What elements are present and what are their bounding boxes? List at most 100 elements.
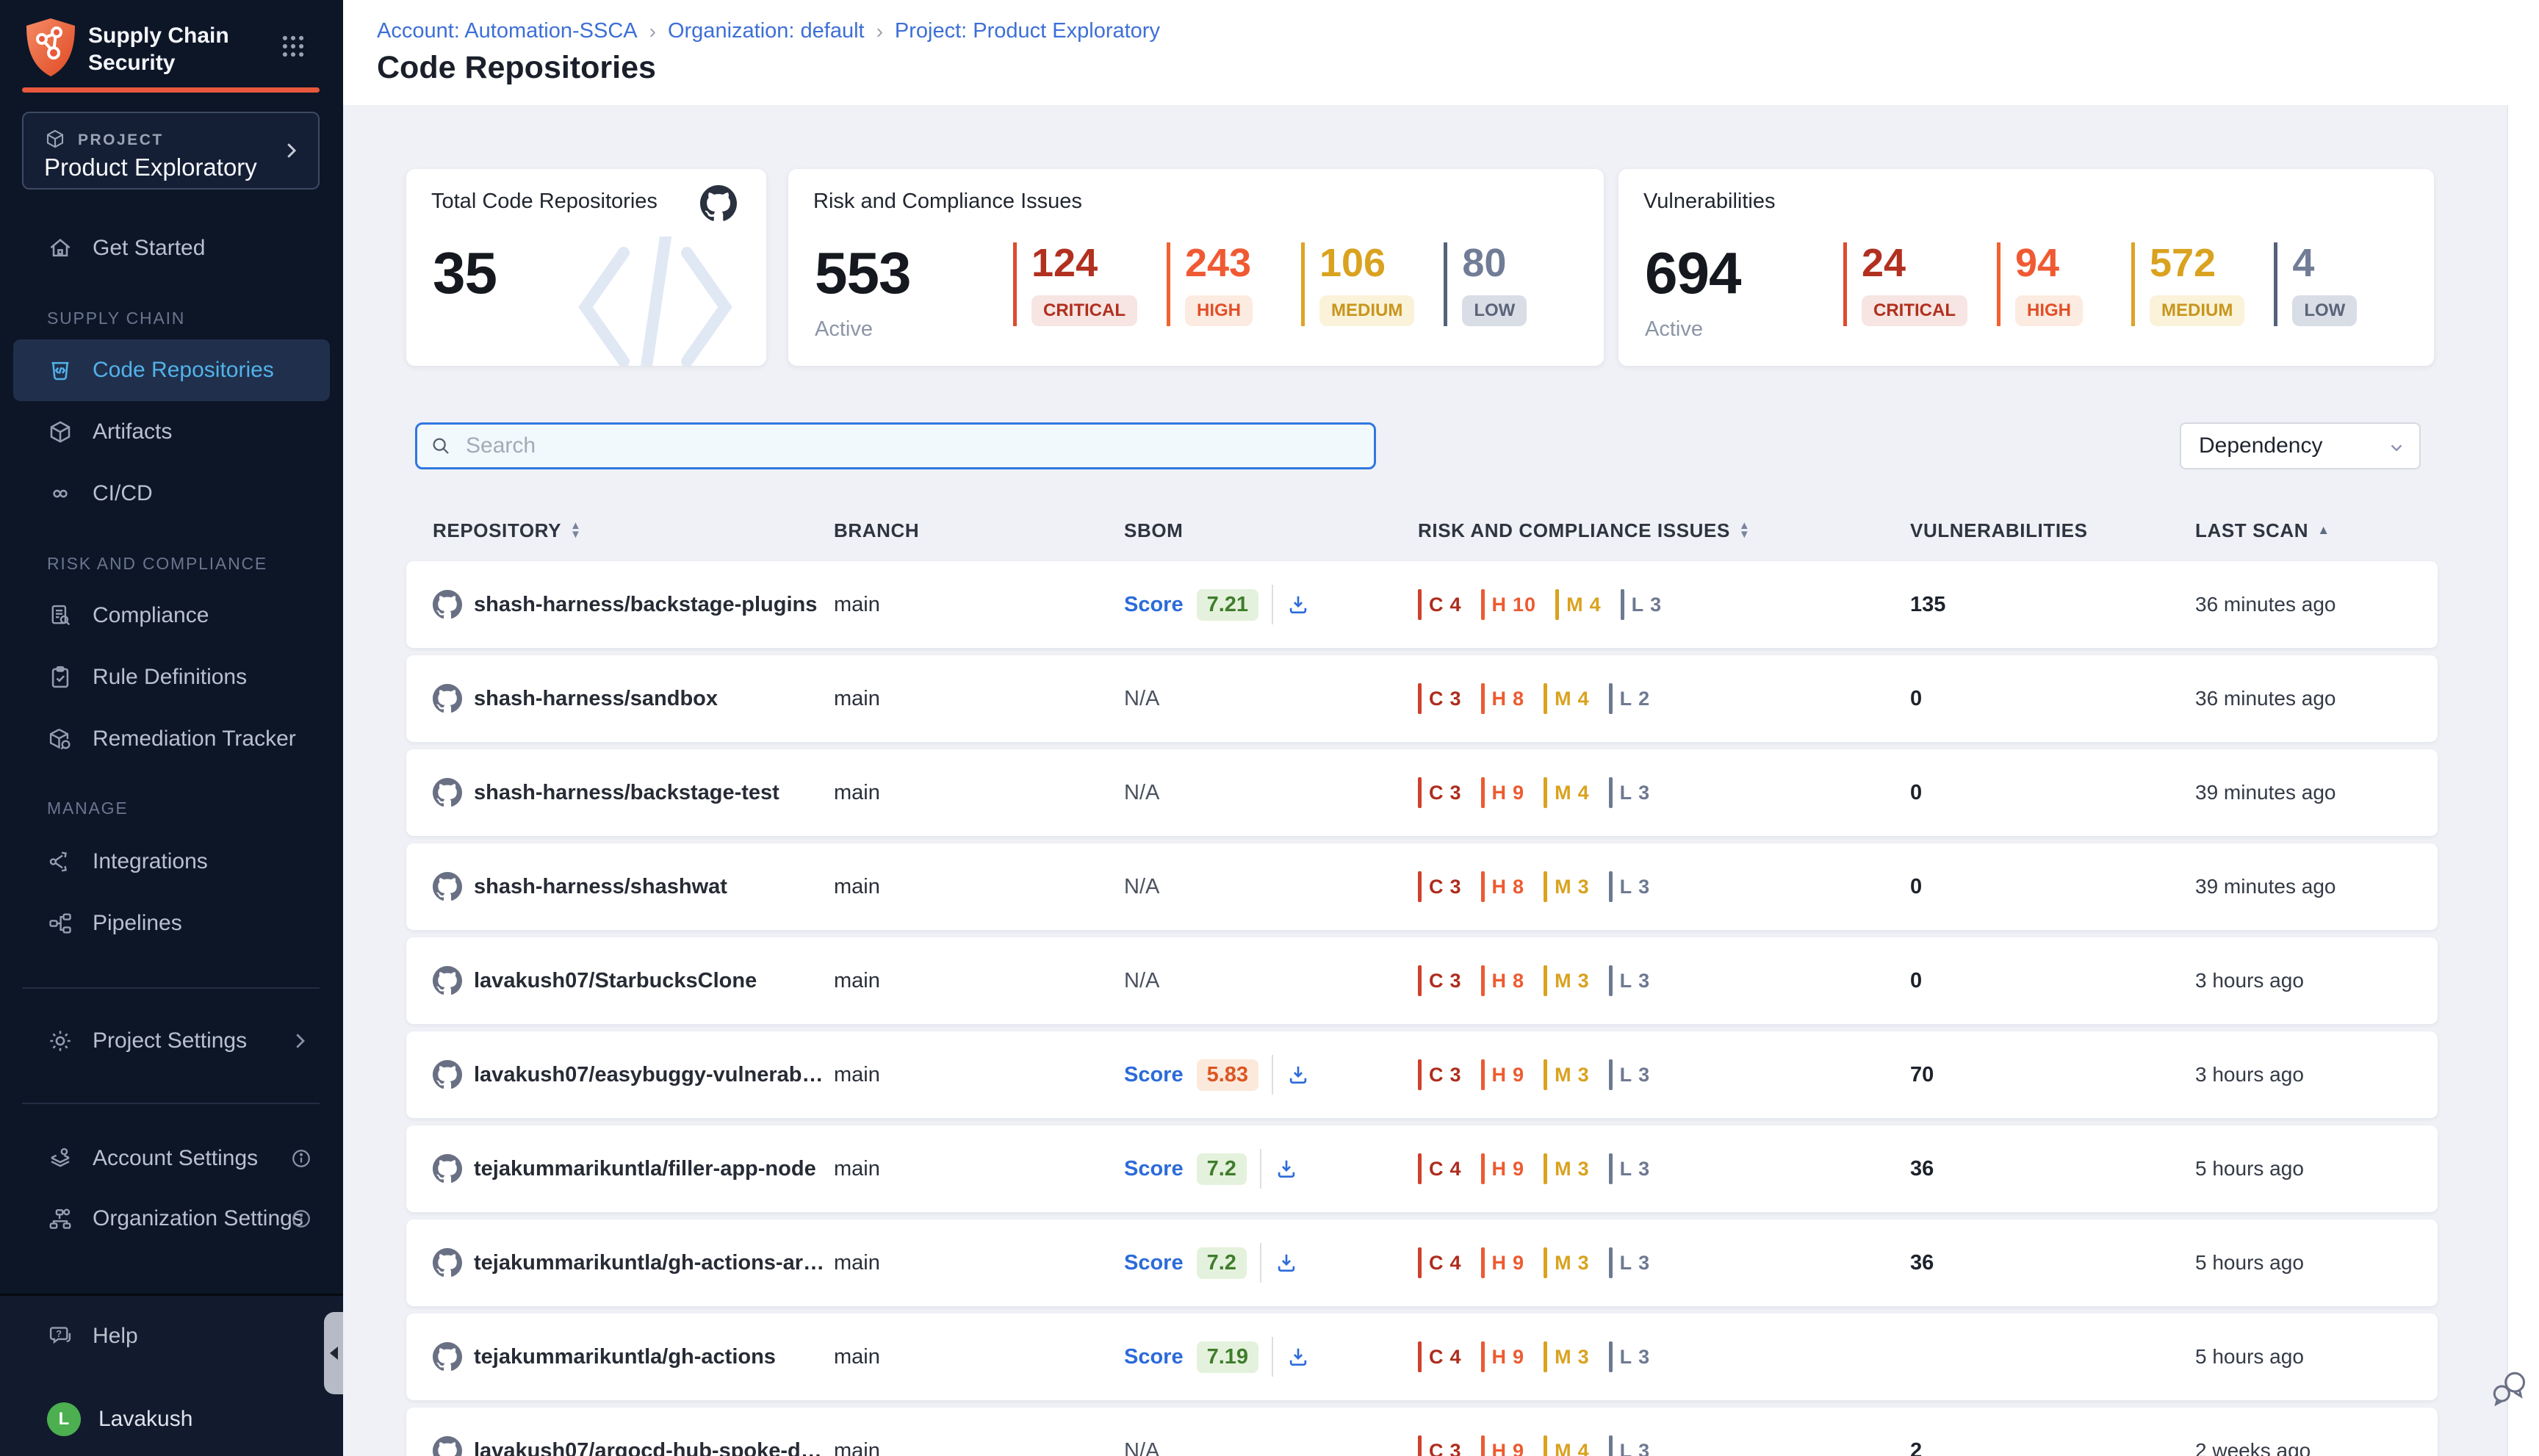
severity-bar	[1418, 1059, 1422, 1090]
vulnerabilities-count: 694	[1645, 239, 1740, 307]
sidebar-item-help[interactable]: ? Help	[0, 1307, 343, 1366]
sidebar-item-account-settings[interactable]: Account Settings	[0, 1129, 343, 1188]
table-row[interactable]: lavakush07/argocd-hub-spoke-demo main N/…	[406, 1408, 2438, 1456]
severity-badge: HIGH	[1185, 295, 1253, 326]
risk-issues-cell: C4 H9 M3 L3	[1418, 1341, 1910, 1372]
sidebar-item-remediation-tracker[interactable]: Remediation Tracker	[0, 710, 343, 768]
user-menu[interactable]: L Lavakush	[0, 1390, 343, 1449]
medium-chip: M3	[1544, 965, 1590, 996]
page-header	[343, 0, 2539, 105]
sbom-cell: Score 7.21	[1124, 585, 1418, 624]
repo-name[interactable]: tejakummarikuntla/gh-actions-artifacts	[474, 1251, 826, 1275]
repo-name[interactable]: lavakush07/argocd-hub-spoke-demo	[474, 1439, 826, 1456]
severity-bar	[1418, 1341, 1422, 1372]
table-row[interactable]: shash-harness/shashwat main N/A C3 H8 M3	[406, 843, 2438, 930]
breadcrumb-organization[interactable]: Organization: default	[668, 19, 865, 43]
table-row[interactable]: lavakush07/StarbucksClone main N/A C3 H8	[406, 937, 2438, 1024]
table-row[interactable]: tejakummarikuntla/gh-actions-artifacts m…	[406, 1219, 2438, 1306]
download-sbom-icon[interactable]	[1275, 1251, 1298, 1275]
sidebar-item-pipelines[interactable]: Pipelines	[0, 894, 343, 953]
sidebar-item-artifacts[interactable]: Artifacts	[0, 403, 343, 461]
column-header-vulnerabilities: VULNERABILITIES	[1910, 519, 2195, 542]
scrollbar[interactable]	[2507, 105, 2539, 1456]
app-title: Supply Chain Security	[88, 22, 229, 76]
module-grid-icon[interactable]	[279, 32, 307, 60]
repo-name[interactable]: tejakummarikuntla/gh-actions	[474, 1345, 776, 1369]
table-row[interactable]: shash-harness/backstage-plugins main Sco…	[406, 561, 2438, 648]
last-scan-cell: 2 weeks ago	[2195, 1439, 2438, 1456]
sort-icon[interactable]: ▲▼	[1739, 522, 1750, 539]
repository-cell: lavakush07/easybuggy-vulnerable-app...	[406, 1060, 834, 1089]
project-icon	[44, 128, 66, 150]
repo-name[interactable]: lavakush07/easybuggy-vulnerable-app...	[474, 1063, 826, 1087]
sidebar-item-rule-definitions[interactable]: Rule Definitions	[0, 648, 343, 707]
github-icon	[433, 1060, 462, 1089]
repo-name[interactable]: shash-harness/backstage-test	[474, 781, 779, 805]
sidebar-item-compliance[interactable]: Compliance	[0, 586, 343, 645]
repo-name[interactable]: shash-harness/backstage-plugins	[474, 593, 817, 617]
search-input[interactable]	[415, 422, 1376, 469]
severity-medium: 106 MEDIUM	[1301, 242, 1414, 326]
risk-issues-cell: C4 H9 M3 L3	[1418, 1247, 1910, 1278]
severity-bar	[1418, 1435, 1422, 1456]
info-icon	[290, 1147, 312, 1170]
table-row[interactable]: tejakummarikuntla/gh-actions main Score …	[406, 1313, 2438, 1400]
sidebar-item-cicd[interactable]: CI/CD	[0, 464, 343, 523]
medium-chip: M3	[1544, 1341, 1590, 1372]
table-row[interactable]: shash-harness/backstage-test main N/A C3…	[406, 749, 2438, 836]
divider	[1260, 1243, 1261, 1283]
chat-support-icon[interactable]	[2491, 1368, 2529, 1409]
low-chip: L3	[1609, 1435, 1651, 1456]
breadcrumb-account[interactable]: Account: Automation-SSCA	[377, 19, 638, 43]
sidebar-item-project-settings[interactable]: Project Settings	[0, 1012, 343, 1070]
github-icon	[433, 778, 462, 807]
sbom-cell: Score 7.2	[1124, 1243, 1418, 1283]
org-chart-gear-icon	[47, 1205, 73, 1232]
repo-name[interactable]: lavakush07/StarbucksClone	[474, 969, 757, 993]
repo-name[interactable]: shash-harness/sandbox	[474, 687, 718, 711]
project-selector[interactable]: PROJECT Product Exploratory	[22, 112, 320, 190]
download-sbom-icon[interactable]	[1275, 1157, 1298, 1181]
severity-bar	[1481, 589, 1485, 620]
table-row[interactable]: shash-harness/sandbox main N/A C3 H8 M4	[406, 655, 2438, 742]
vulnerabilities-cell: 0	[1910, 969, 2195, 993]
high-chip: H8	[1481, 871, 1525, 902]
repository-cell: lavakush07/StarbucksClone	[406, 966, 834, 995]
filter-dropdown[interactable]: Dependency	[2180, 422, 2421, 469]
branch-cell: main	[834, 687, 1124, 711]
sidebar-item-get-started[interactable]: Get Started	[0, 219, 343, 278]
severity-count: 106	[1319, 242, 1414, 284]
breadcrumb-project[interactable]: Project: Product Exploratory	[895, 19, 1160, 43]
high-chip: H9	[1481, 1153, 1525, 1184]
github-icon	[433, 1342, 462, 1372]
severity-bar	[1544, 1153, 1547, 1184]
repo-name[interactable]: tejakummarikuntla/filler-app-node	[474, 1157, 816, 1181]
sort-ascending-icon[interactable]: ▲	[2317, 523, 2330, 538]
table-row[interactable]: tejakummarikuntla/filler-app-node main S…	[406, 1125, 2438, 1212]
download-sbom-icon[interactable]	[1286, 1063, 1310, 1086]
severity-bar	[1609, 1247, 1613, 1278]
info-icon	[290, 1208, 312, 1230]
download-sbom-icon[interactable]	[1286, 593, 1310, 616]
sidebar-collapse-handle[interactable]	[324, 1312, 343, 1394]
sbom-cell: Score 7.2	[1124, 1149, 1418, 1189]
last-scan-cell: 36 minutes ago	[2195, 593, 2438, 616]
sidebar-item-integrations[interactable]: Integrations	[0, 832, 343, 891]
low-chip: L3	[1609, 965, 1651, 996]
divider	[1272, 585, 1273, 624]
github-icon	[433, 872, 462, 901]
table-row[interactable]: lavakush07/easybuggy-vulnerable-app... m…	[406, 1031, 2438, 1118]
chevron-down-icon	[2387, 438, 2406, 457]
severity-bar	[1481, 683, 1485, 714]
last-scan-cell: 39 minutes ago	[2195, 875, 2438, 898]
sbom-score-label: Score	[1124, 1345, 1184, 1369]
medium-chip: M4	[1555, 589, 1602, 620]
sidebar-item-code-repositories[interactable]: Code Repositories	[13, 339, 330, 401]
sidebar-item-organization-settings[interactable]: Organization Settings	[0, 1189, 343, 1248]
repository-cell: shash-harness/shashwat	[406, 872, 834, 901]
repo-name[interactable]: shash-harness/shashwat	[474, 875, 727, 899]
severity-bar	[1481, 1247, 1485, 1278]
download-sbom-icon[interactable]	[1286, 1345, 1310, 1369]
severity-count: 124	[1031, 242, 1137, 284]
sort-icon[interactable]: ▲▼	[570, 522, 581, 539]
